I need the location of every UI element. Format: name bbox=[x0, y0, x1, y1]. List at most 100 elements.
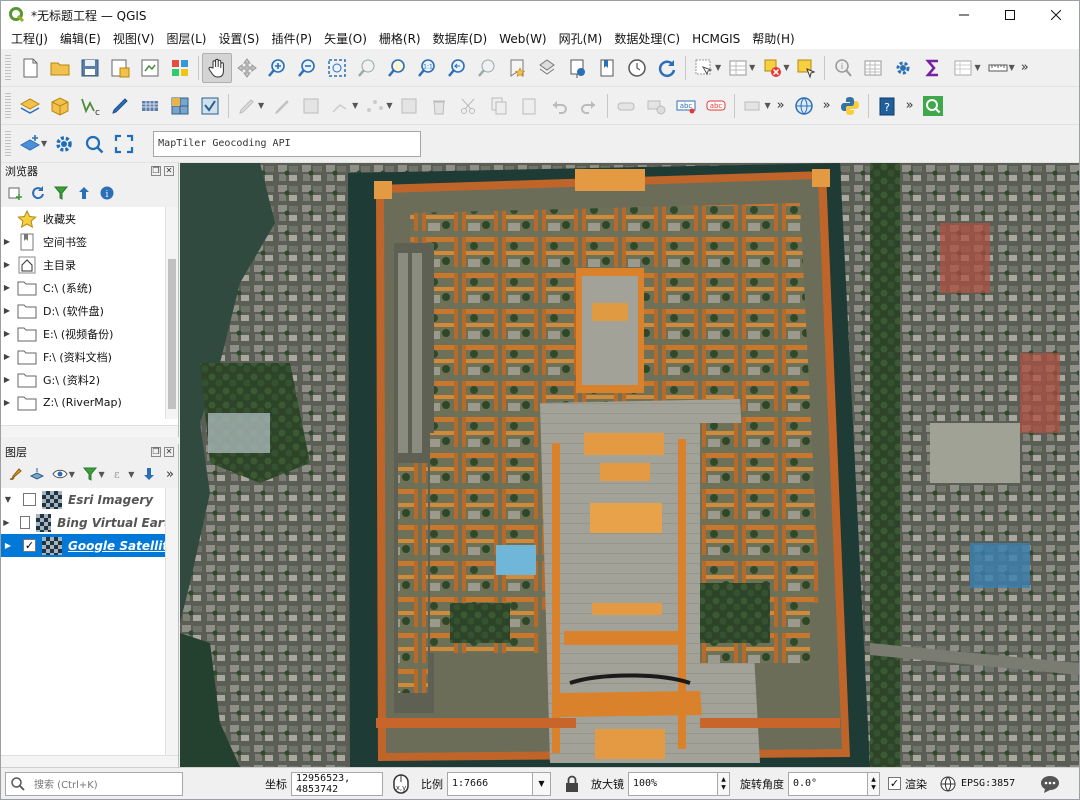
rotation-field[interactable]: 0.0° bbox=[788, 771, 868, 796]
lock-icon[interactable] bbox=[561, 775, 583, 793]
menu-database[interactable]: 数据库(D) bbox=[427, 29, 494, 49]
messages-button[interactable] bbox=[1039, 774, 1061, 794]
new-geopackage-button[interactable] bbox=[45, 91, 75, 121]
menu-mesh[interactable]: 网孔(M) bbox=[553, 29, 609, 49]
new-project-button[interactable] bbox=[15, 53, 45, 83]
select-features-button[interactable] bbox=[791, 53, 821, 83]
close-panel-icon[interactable]: ✕ bbox=[164, 166, 174, 176]
layer-visibility-checkbox[interactable]: ✓ bbox=[23, 539, 36, 552]
expand-all-button[interactable] bbox=[139, 464, 159, 484]
chevron-down-icon[interactable]: ▼ bbox=[386, 101, 392, 110]
geocoder-input[interactable]: MapTiler Geocoding API bbox=[153, 130, 422, 157]
menu-raster[interactable]: 栅格(R) bbox=[373, 29, 427, 49]
cut-features-button[interactable] bbox=[454, 91, 484, 121]
coordinate-field[interactable]: 12956523, 4853742 bbox=[291, 771, 383, 796]
layer-item-google-satellite[interactable]: ▶ ✓ Google Satellite bbox=[1, 534, 178, 557]
zoom-next-button[interactable] bbox=[472, 53, 502, 83]
float-panel-icon[interactable]: ❐ bbox=[151, 447, 161, 457]
plugin-settings-button[interactable] bbox=[49, 129, 79, 159]
chevron-down-icon[interactable]: ▼ bbox=[1009, 63, 1015, 72]
toggle-editing-button[interactable] bbox=[266, 91, 296, 121]
save-as-button[interactable] bbox=[105, 53, 135, 83]
chevron-down-icon[interactable]: ▼ bbox=[41, 139, 47, 148]
annotation-button[interactable] bbox=[611, 91, 641, 121]
scale-dropdown-chevron-icon[interactable]: ▼ bbox=[533, 771, 551, 796]
browser-item-drive-g[interactable]: ▶ G:\ (资料2) bbox=[1, 368, 178, 391]
menu-settings[interactable]: 设置(S) bbox=[213, 29, 266, 49]
expand-arrow-icon[interactable]: ▶ bbox=[1, 306, 13, 315]
label-tool-button[interactable] bbox=[641, 91, 671, 121]
menu-layer[interactable]: 图层(L) bbox=[160, 29, 212, 49]
toolbar-grip[interactable] bbox=[5, 92, 11, 119]
chevron-down-icon[interactable]: ▼ bbox=[258, 101, 264, 110]
toolbar-overflow-chevron[interactable]: » bbox=[902, 98, 918, 113]
statistics-button[interactable] bbox=[918, 53, 948, 83]
refresh-browser-button[interactable] bbox=[28, 183, 48, 203]
layer-item-bing-virtual-earth[interactable]: ▶ Bing Virtual Earth bbox=[1, 511, 178, 534]
style-manager-button[interactable] bbox=[165, 53, 195, 83]
map-canvas[interactable] bbox=[180, 163, 1079, 767]
trash-button[interactable] bbox=[424, 91, 454, 121]
web-services-button[interactable] bbox=[789, 91, 819, 121]
browser-item-favorites[interactable]: 收藏夹 bbox=[1, 207, 178, 230]
label-abc-button[interactable]: abc bbox=[671, 91, 701, 121]
chevron-down-icon[interactable]: ▼ bbox=[974, 63, 980, 72]
copy-features-button[interactable] bbox=[484, 91, 514, 121]
zoom-full-button[interactable] bbox=[322, 53, 352, 83]
browser-item-home[interactable]: ▶ 主目录 bbox=[1, 253, 178, 276]
geocoder-search-button[interactable] bbox=[79, 129, 109, 159]
layer-styling-button[interactable] bbox=[5, 464, 25, 484]
float-panel-icon[interactable]: ❐ bbox=[151, 166, 161, 176]
chevron-down-icon[interactable]: ▼ bbox=[715, 63, 721, 72]
zoom-native-button[interactable]: 1:1 bbox=[412, 53, 442, 83]
layer-item-esri-imagery[interactable]: ▼ Esri Imagery bbox=[1, 488, 178, 511]
save-edits-button[interactable] bbox=[296, 91, 326, 121]
expand-arrow-icon[interactable]: ▶ bbox=[1, 518, 12, 527]
collapse-all-button[interactable] bbox=[74, 183, 94, 203]
toolbar-overflow-chevron[interactable]: » bbox=[162, 467, 178, 482]
browser-horizontal-scrollbar[interactable] bbox=[1, 425, 178, 437]
menu-view[interactable]: 视图(V) bbox=[107, 29, 161, 49]
filter-by-expression-button[interactable]: ε bbox=[110, 464, 130, 484]
georeferencer-button[interactable] bbox=[135, 91, 165, 121]
locator-search-button[interactable] bbox=[918, 91, 948, 121]
pan-to-selection-button[interactable] bbox=[232, 53, 262, 83]
layers-horizontal-scrollbar[interactable] bbox=[1, 755, 178, 767]
identify-button[interactable]: i bbox=[828, 53, 858, 83]
data-source-manager-button[interactable] bbox=[15, 91, 45, 121]
expand-arrow-icon[interactable]: ▶ bbox=[1, 283, 13, 292]
chevron-down-icon[interactable]: ▼ bbox=[749, 63, 755, 72]
chevron-down-icon[interactable]: ▼ bbox=[352, 101, 358, 110]
redo-button[interactable] bbox=[574, 91, 604, 121]
map-bookmark-button[interactable] bbox=[592, 53, 622, 83]
browser-item-spatial-bookmarks[interactable]: ▶ 空间书签 bbox=[1, 230, 178, 253]
delete-selected-button[interactable] bbox=[394, 91, 424, 121]
chevron-down-icon[interactable]: ▼ bbox=[99, 470, 105, 479]
menu-vector[interactable]: 矢量(O) bbox=[318, 29, 373, 49]
chevron-down-icon[interactable]: ▼ bbox=[783, 63, 789, 72]
menu-hcmgis[interactable]: HCMGIS bbox=[686, 29, 746, 49]
expand-arrow-icon[interactable]: ▶ bbox=[1, 398, 13, 407]
zoom-to-selection-button[interactable] bbox=[352, 53, 382, 83]
zoom-last-button[interactable] bbox=[442, 53, 472, 83]
processing-toolbox-button[interactable] bbox=[888, 53, 918, 83]
menu-edit[interactable]: 编辑(E) bbox=[54, 29, 107, 49]
layer-visibility-checkbox[interactable] bbox=[23, 493, 36, 506]
paste-features-button[interactable] bbox=[514, 91, 544, 121]
browser-item-drive-f[interactable]: ▶ F:\ (资料文档) bbox=[1, 345, 178, 368]
zoom-in-button[interactable] bbox=[262, 53, 292, 83]
menu-help[interactable]: 帮助(H) bbox=[746, 29, 800, 49]
chevron-down-icon[interactable]: ▼ bbox=[764, 101, 770, 110]
attribute-table-button[interactable] bbox=[858, 53, 888, 83]
digitize-button[interactable] bbox=[105, 91, 135, 121]
expand-arrow-icon[interactable]: ▶ bbox=[1, 375, 13, 384]
browser-item-drive-c[interactable]: ▶ C:\ (系统) bbox=[1, 276, 178, 299]
zoom-out-button[interactable] bbox=[292, 53, 322, 83]
add-selected-layers-button[interactable] bbox=[5, 183, 25, 203]
close-button[interactable] bbox=[1033, 1, 1079, 29]
magnifier-spinner[interactable]: ▲ ▼ bbox=[718, 771, 730, 796]
properties-button[interactable]: i bbox=[97, 183, 117, 203]
layers-vertical-scrollbar[interactable] bbox=[165, 488, 178, 755]
expand-arrow-icon[interactable]: ▶ bbox=[1, 352, 13, 361]
filter-browser-button[interactable] bbox=[51, 183, 71, 203]
